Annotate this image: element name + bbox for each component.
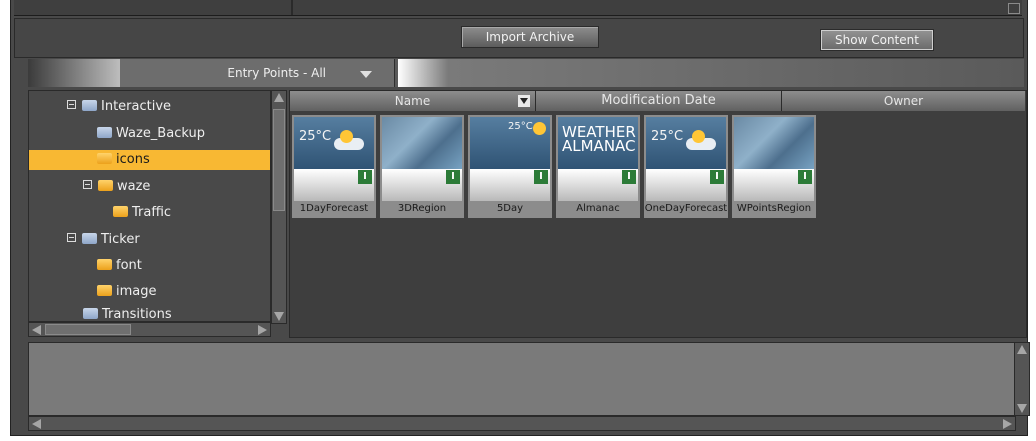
sort-dropdown-icon[interactable]	[518, 95, 530, 107]
thumbnail-item[interactable]: I 3DRegion	[380, 115, 464, 218]
folder-tree: Interactive Waze_Backup icons waze Traff…	[28, 90, 271, 322]
sun-icon	[340, 130, 353, 143]
thumbnail-item[interactable]: WEATHER ALMANAC I Almanac	[556, 115, 640, 218]
scrollbar-thumb[interactable]	[45, 324, 131, 335]
scroll-left-icon[interactable]	[32, 325, 41, 335]
bottom-panel[interactable]	[28, 342, 1016, 416]
panel-divider[interactable]	[291, 0, 293, 15]
thumbnail-preview	[382, 117, 462, 169]
scroll-right-icon[interactable]	[258, 325, 267, 335]
template-badge-icon: I	[622, 170, 636, 184]
bottom-horizontal-scrollbar[interactable]	[28, 416, 1016, 431]
collapse-icon[interactable]	[83, 180, 92, 189]
scroll-up-icon[interactable]	[274, 93, 284, 102]
template-badge-icon: I	[534, 170, 548, 184]
folder-icon	[113, 206, 128, 217]
scroll-right-icon[interactable]	[1003, 419, 1012, 429]
thumbnail-item[interactable]: 25°C I 1DayForecast	[292, 115, 376, 218]
column-header-modification-date[interactable]: Modification Date	[536, 91, 782, 111]
folder-icon	[98, 180, 113, 191]
scrollbar-thumb[interactable]	[273, 109, 285, 211]
bottom-vertical-scrollbar[interactable]	[1014, 342, 1030, 416]
map-preview	[734, 117, 814, 169]
filter-bar: Entry Points - All	[28, 59, 1024, 87]
import-archive-button[interactable]: Import Archive	[461, 26, 599, 48]
tree-item-transitions[interactable]: Transitions	[83, 305, 172, 321]
column-header-owner[interactable]: Owner	[782, 91, 1025, 111]
thumbnail-label: 5Day	[496, 203, 524, 214]
thumbnail-label: OneDayForecast	[644, 203, 728, 214]
scroll-down-icon[interactable]	[1017, 404, 1027, 413]
tree-item-image[interactable]: image	[97, 282, 157, 302]
entry-points-label: Entry Points - All	[227, 66, 326, 80]
folder-icon	[97, 153, 112, 164]
folder-icon	[83, 308, 98, 319]
tree-item-ticker[interactable]: Ticker	[67, 230, 140, 250]
folder-icon	[82, 100, 97, 111]
thumbnail-label: 1DayForecast	[299, 203, 369, 214]
collapse-icon[interactable]	[67, 100, 76, 109]
folder-icon	[97, 259, 112, 270]
sun-icon	[692, 130, 705, 143]
folder-icon	[97, 127, 112, 138]
collapse-icon[interactable]	[67, 233, 76, 242]
scroll-down-icon[interactable]	[274, 312, 284, 321]
template-badge-icon: I	[446, 170, 460, 184]
tree-horizontal-scrollbar[interactable]	[28, 322, 271, 337]
tree-item-interactive[interactable]: Interactive	[67, 97, 171, 117]
thumbnail-item[interactable]: I WPointsRegion	[732, 115, 816, 218]
template-badge-icon: I	[710, 170, 724, 184]
entry-points-dropdown[interactable]: Entry Points - All	[120, 59, 395, 87]
toolbar: Import Archive Show Content	[14, 18, 1024, 58]
thumbnail-label: 3DRegion	[397, 203, 447, 214]
tree-item-traffic[interactable]: Traffic	[113, 203, 171, 223]
thumbnail-item[interactable]: 25°C I OneDayForecast	[644, 115, 728, 218]
column-header-name[interactable]: Name	[290, 91, 536, 111]
filter-bar-gradient	[28, 59, 120, 87]
scroll-left-icon[interactable]	[32, 419, 41, 429]
map-preview	[382, 117, 462, 169]
tree-item-font[interactable]: font	[97, 256, 142, 276]
tree-item-waze-backup[interactable]: Waze_Backup	[97, 124, 205, 144]
tree-vertical-scrollbar[interactable]	[271, 90, 287, 324]
thumbnail-item[interactable]: 25°C I 5Day	[468, 115, 552, 218]
thumbnail-label: WPointsRegion	[736, 203, 812, 214]
thumbnail-preview: 25°C	[470, 117, 550, 169]
chevron-down-icon	[360, 71, 372, 78]
thumbnail-preview: WEATHER ALMANAC	[558, 117, 638, 169]
thumbnail-preview: 25°C	[646, 117, 726, 169]
tree-item-icons[interactable]: icons	[29, 150, 270, 170]
show-content-button[interactable]: Show Content	[820, 29, 934, 51]
thumbnail-preview: 25°C	[294, 117, 374, 169]
resize-grip-icon[interactable]	[1008, 3, 1020, 14]
thumbnail-label: Almanac	[576, 203, 620, 214]
scroll-up-icon[interactable]	[1017, 345, 1027, 354]
sun-icon	[533, 122, 546, 135]
tree-item-waze[interactable]: waze	[83, 177, 150, 197]
content-panel: Name Modification Date Owner 25°C I 1Day…	[289, 90, 1027, 338]
template-badge-icon: I	[358, 170, 372, 184]
folder-icon	[82, 233, 97, 244]
filter-bar-fill	[398, 59, 1024, 87]
thumbnail-preview	[734, 117, 814, 169]
template-badge-icon: I	[798, 170, 812, 184]
folder-icon	[97, 285, 112, 296]
top-panel	[14, 0, 1022, 16]
